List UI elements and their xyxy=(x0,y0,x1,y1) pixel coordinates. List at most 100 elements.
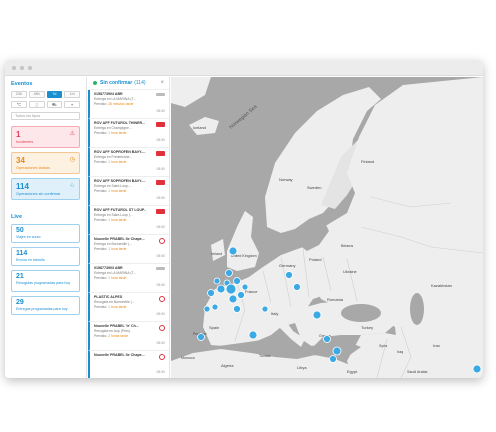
map-marker[interactable] xyxy=(285,271,293,279)
incidents-card[interactable]: 1 Incidentes ⚠ xyxy=(11,126,80,148)
events-panel: Eventos 24h 48h 7d 1m ℃ ▯ ⛟ ⌖ Todos los … xyxy=(5,77,87,378)
carrier-logo-icon xyxy=(156,180,165,185)
map-marker[interactable] xyxy=(323,335,331,343)
late-operations-card[interactable]: 34 Operaciones tardías ◷ xyxy=(11,152,80,174)
carrier-logo-icon xyxy=(156,267,165,270)
map-marker[interactable] xyxy=(216,284,226,294)
carrier-logo-icon xyxy=(156,122,165,127)
map-marker[interactable] xyxy=(248,330,258,340)
carrier-logo-icon xyxy=(159,325,165,331)
map-marker[interactable] xyxy=(241,283,249,291)
map-country-label: Iraq xyxy=(397,350,403,354)
item-forecast: Previsto: 2 horas tarde xyxy=(94,334,129,338)
live-card-shipments[interactable]: 114 Envíos en tránsito xyxy=(11,247,80,266)
item-time: 08:50 xyxy=(156,254,166,258)
live-label: Envíos en tránsito xyxy=(16,258,45,262)
map-marker[interactable] xyxy=(228,294,238,304)
list-title: Sin confirmar xyxy=(100,80,133,86)
live-card-deliveries[interactable]: 29 Entregas programadas para hoy xyxy=(11,296,80,315)
map-country-label: Norway xyxy=(279,177,293,182)
map-marker[interactable] xyxy=(207,289,215,297)
tab-24h[interactable]: 24h xyxy=(11,91,27,98)
item-forecast: Previsto: 28 minutos tarde xyxy=(94,102,134,106)
live-count: 50 xyxy=(16,227,24,234)
list-item[interactable]: 0158773904 ABR Entrega en LA MARINA (T...… xyxy=(88,90,169,119)
window-dot[interactable] xyxy=(28,65,32,70)
map-marker[interactable] xyxy=(197,333,205,341)
map-country-label: Belarus xyxy=(341,244,353,248)
truck-icon[interactable]: ⛟ xyxy=(46,101,63,108)
list-item[interactable]: Nouvelle PRABEL 'tr' Ch... Recogida en Au… xyxy=(88,322,169,351)
map-view[interactable]: Norwegian Sea Iceland Sweden Finland Nor… xyxy=(171,77,483,378)
map-marker[interactable] xyxy=(237,291,245,299)
list-item[interactable]: ROV AFF SOPROFEN BAVY-... Entrega en Fred… xyxy=(88,148,169,177)
map-marker[interactable] xyxy=(472,364,482,374)
item-delay: 1 hora tarde xyxy=(108,247,127,251)
item-time: 08:50 xyxy=(156,109,166,113)
item-delay: 28 minutos tarde xyxy=(108,102,134,106)
map-marker[interactable] xyxy=(228,246,238,256)
map-country-label: Algeria xyxy=(221,363,234,368)
item-title: ROV AFF FUTUROL THINER... xyxy=(94,121,146,125)
item-time: 08:50 xyxy=(156,225,166,229)
carrier-logo-icon xyxy=(159,296,165,302)
item-title: 0158773903 ABR xyxy=(94,266,123,270)
list-count: (114) xyxy=(134,80,146,86)
list-item[interactable]: ROV AFF SOPROFEN BAVY-... Entrega en Sain… xyxy=(88,177,169,206)
window-dot[interactable] xyxy=(12,65,16,70)
map-marker[interactable] xyxy=(225,269,233,277)
item-delay: 2 horas tarde xyxy=(108,334,129,338)
map-marker[interactable] xyxy=(312,310,322,320)
live-card-pickups[interactable]: 21 Recogidas programadas para hoy xyxy=(11,270,80,292)
map-marker[interactable] xyxy=(203,305,211,313)
map-marker[interactable] xyxy=(225,283,237,295)
map-marker[interactable] xyxy=(261,305,269,313)
item-delay: 1 hora tarde xyxy=(108,305,127,309)
item-forecast: Previsto: 1 hora tarde xyxy=(94,247,127,251)
tab-48h[interactable]: 48h xyxy=(28,91,45,98)
tab-7d[interactable]: 7d xyxy=(46,91,63,98)
map-country-label: Tunisia xyxy=(259,354,270,358)
close-icon[interactable]: × xyxy=(160,80,164,86)
window-titlebar xyxy=(5,60,483,76)
carrier-logo-icon xyxy=(156,209,165,214)
list-item[interactable]: Nouvelle PRABEL Ile Chape... Entrega en B… xyxy=(88,235,169,264)
europe-map[interactable]: Norwegian Sea Iceland Sweden Finland Nor… xyxy=(171,77,483,378)
type-select[interactable]: Todos los tipos xyxy=(11,112,80,120)
item-subtitle: Entrega en LA MARINA (T... xyxy=(94,97,137,101)
list-item[interactable]: ROV AFF FUTUROL ST LOUP... Entrega en Sai… xyxy=(88,206,169,235)
item-time: 08:50 xyxy=(156,312,166,316)
item-time: 08:50 xyxy=(156,370,166,374)
item-subtitle: Recogida en Aup (Pers) xyxy=(94,329,130,333)
item-title: Nouvelle PRABEL 'tr' Ch... xyxy=(94,324,139,328)
unconfirmed-card[interactable]: 114 Operaciones sin confirmar ♘ xyxy=(11,178,80,200)
map-marker[interactable] xyxy=(329,355,337,363)
door-icon[interactable]: ▯ xyxy=(28,101,45,108)
map-marker[interactable] xyxy=(233,305,241,313)
live-title: Live xyxy=(11,214,23,220)
map-marker[interactable] xyxy=(332,346,342,356)
item-time: 08:50 xyxy=(156,196,166,200)
live-count: 21 xyxy=(16,273,24,280)
item-forecast: Previsto: 1 hora tarde xyxy=(94,131,127,135)
incidents-count: 1 xyxy=(16,130,21,139)
item-forecast: Previsto: 1 hora tarde xyxy=(94,305,127,309)
item-subtitle: Entrega en Bonneville (... xyxy=(94,242,133,246)
temperature-icon[interactable]: ℃ xyxy=(11,101,27,108)
live-card-trips[interactable]: 50 Viajes en curso xyxy=(11,224,80,243)
map-marker[interactable] xyxy=(211,303,219,311)
tab-1m[interactable]: 1m xyxy=(64,91,80,98)
map-country-label: Germany xyxy=(279,263,295,268)
location-icon[interactable]: ⌖ xyxy=(64,101,80,108)
map-country-label: Finland xyxy=(361,159,374,164)
window-dot[interactable] xyxy=(20,65,24,70)
list-item[interactable]: 0158773903 ABR Entrega en LA MARINA (T...… xyxy=(88,264,169,293)
map-country-label: Sweden xyxy=(307,185,321,190)
list-item[interactable]: Nouvelle PRABEL Ile Chape... 08:50 xyxy=(88,351,169,378)
map-marker[interactable] xyxy=(213,277,221,285)
map-marker[interactable] xyxy=(293,283,301,291)
map-marker[interactable] xyxy=(233,277,241,285)
list-item[interactable]: PLASTIC ALPES Recogida en Bonneville (...… xyxy=(88,293,169,322)
map-country-label: Spain xyxy=(209,325,219,330)
list-item[interactable]: ROV AFF FUTUROL THINER... Entrega en Cham… xyxy=(88,119,169,148)
